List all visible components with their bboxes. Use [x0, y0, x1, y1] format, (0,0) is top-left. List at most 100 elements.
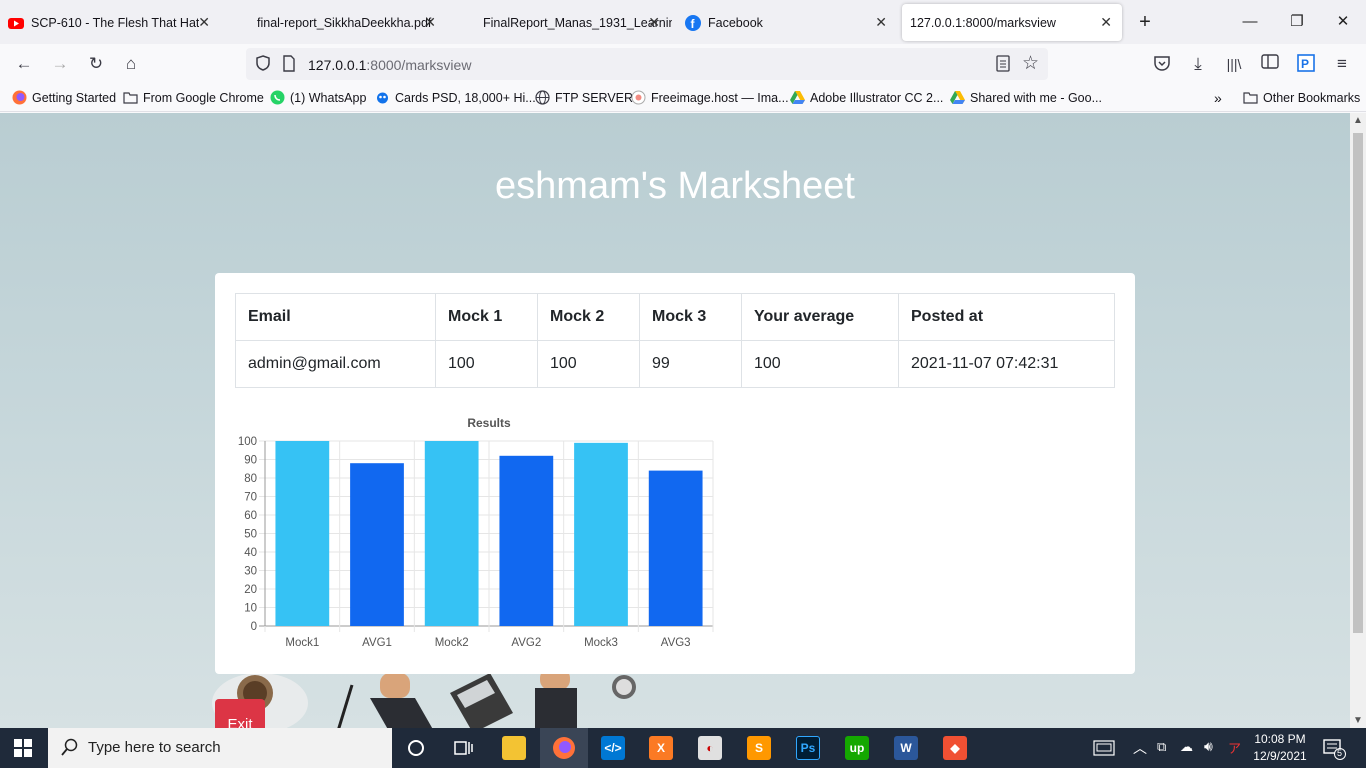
google-drive-icon	[950, 90, 965, 105]
keyboard-icon[interactable]	[1093, 740, 1115, 761]
word-icon[interactable]: W	[882, 728, 930, 768]
table-cell-email: admin@gmail.com	[235, 340, 436, 388]
download-icon[interactable]: ⤓	[1187, 54, 1209, 74]
hand-illustration	[360, 673, 440, 728]
pen-illustration	[332, 683, 362, 728]
network-icon[interactable]: ☁	[1180, 739, 1193, 755]
shield-icon[interactable]	[254, 54, 272, 77]
table-cell-average: 100	[741, 340, 899, 388]
tab-pdf[interactable]: final-report_SikkhaDeekkha.pdf ✕	[226, 4, 446, 41]
forward-icon[interactable]: →	[49, 54, 71, 74]
meet-now-icon[interactable]: ⧉	[1157, 739, 1166, 755]
windows-start-icon[interactable]	[14, 739, 32, 762]
bookmark-cards-psd[interactable]: Cards PSD, 18,000+ Hi...	[375, 90, 536, 105]
globe-icon	[535, 90, 550, 105]
paint-icon[interactable]: ◐	[686, 728, 734, 768]
y-tick-label: 10	[244, 603, 257, 615]
bookmark-whatsapp[interactable]: (1) WhatsApp	[270, 90, 366, 105]
y-tick-label: 60	[244, 510, 257, 522]
chart-bar	[499, 455, 554, 626]
bookmark-other-bookmarks[interactable]: Other Bookmarks	[1243, 90, 1360, 105]
close-icon[interactable]: ✕	[648, 14, 660, 31]
new-tab-icon[interactable]: +	[1130, 8, 1160, 36]
xampp-icon[interactable]: X	[637, 728, 685, 768]
reload-icon[interactable]: ↻	[85, 54, 107, 74]
file-explorer-icon[interactable]	[490, 728, 538, 768]
tab-title: Facebook	[708, 15, 763, 30]
tab-facebook[interactable]: f Facebook ✕	[677, 4, 897, 41]
scroll-up-icon[interactable]: ▲	[1353, 115, 1363, 126]
extension-icon[interactable]: P	[1295, 54, 1317, 74]
y-tick-label: 30	[244, 566, 257, 578]
pocket-icon[interactable]	[1151, 54, 1173, 74]
exit-button[interactable]: Exit	[215, 699, 265, 728]
page-title: eshmam's Marksheet	[495, 165, 855, 207]
folder-icon	[1243, 90, 1258, 105]
column-header: Email	[235, 293, 436, 341]
bookmark-shared-with-me[interactable]: Shared with me - Goo...	[950, 90, 1102, 105]
scroll-down-icon[interactable]: ▼	[1353, 715, 1363, 726]
firefox-taskbar-icon[interactable]	[540, 728, 588, 768]
cortana-icon[interactable]	[392, 728, 440, 768]
chart-title: Results	[467, 416, 511, 430]
bookmarks-toolbar: Getting Started From Google Chrome (1) W…	[0, 84, 1366, 112]
whatsapp-icon	[270, 90, 285, 105]
tab-marksview[interactable]: 127.0.0.1:8000/marksview ✕	[902, 4, 1122, 41]
tab-title: SCP-610 - The Flesh That Hates	[31, 15, 199, 30]
y-tick-label: 0	[251, 621, 257, 633]
chevron-up-icon[interactable]: ︿	[1133, 738, 1147, 758]
close-icon[interactable]: ✕	[875, 14, 887, 31]
freepik-icon	[375, 90, 390, 105]
bookmark-adobe-illustrator[interactable]: Adobe Illustrator CC 2...	[790, 90, 943, 105]
google-drive-icon	[790, 90, 805, 105]
notification-count: 5	[1337, 748, 1343, 758]
vscode-icon[interactable]: </>	[589, 728, 637, 768]
bookmark-star-icon[interactable]: ☆	[1022, 52, 1039, 75]
table-row: admin@gmail.com 100 100 99 100 2021-11-0…	[235, 340, 1115, 388]
column-header: Mock 3	[639, 293, 742, 341]
back-icon[interactable]: ←	[13, 54, 35, 74]
sublime-text-icon[interactable]: S	[735, 728, 783, 768]
bookmark-label: Shared with me - Goo...	[970, 90, 1103, 105]
page-info-icon[interactable]	[282, 55, 296, 78]
git-icon[interactable]: ◆	[931, 728, 979, 768]
upwork-icon[interactable]: up	[833, 728, 881, 768]
restore-icon[interactable]: ❐	[1282, 8, 1312, 36]
tab-youtube[interactable]: SCP-610 - The Flesh That Hates ✕	[0, 4, 220, 41]
table-header-row: Email Mock 1 Mock 2 Mock 3 Your average …	[235, 293, 1115, 341]
close-icon[interactable]: ✕	[198, 14, 210, 31]
close-window-icon[interactable]: ✕	[1328, 8, 1358, 36]
bookmark-getting-started[interactable]: Getting Started	[12, 90, 116, 105]
x-tick-label: AVG2	[511, 637, 541, 649]
scroll-thumb[interactable]	[1353, 133, 1363, 633]
address-bar[interactable]: 127.0.0.1:8000/marksview ☆	[246, 48, 1048, 80]
photoshop-icon[interactable]: Ps	[784, 728, 832, 768]
bookmark-from-google-chrome[interactable]: From Google Chrome	[123, 90, 264, 105]
language-icon[interactable]: ア	[1228, 738, 1241, 757]
sidebar-icon[interactable]	[1259, 54, 1281, 74]
notification-icon[interactable]: 5	[1322, 738, 1346, 765]
vertical-scrollbar[interactable]: ▲ ▼	[1350, 113, 1366, 728]
home-icon[interactable]: ⌂	[120, 54, 142, 74]
task-view-icon[interactable]	[440, 728, 488, 768]
close-icon[interactable]: ✕	[1100, 14, 1112, 31]
bookmark-freeimage[interactable]: Freeimage.host — Ima...	[631, 90, 789, 105]
volume-icon[interactable]: 🔊︎	[1204, 738, 1213, 755]
windows-taskbar: Type here to search </> X ◐ S Ps up W ◆ …	[0, 728, 1366, 768]
taskbar-search[interactable]: Type here to search	[48, 728, 392, 768]
watch-illustration	[610, 673, 638, 701]
chart-bar	[648, 470, 703, 626]
chart-bar	[275, 441, 330, 626]
page-content: eshmam's Marksheet Email Mock 1 Mock 2 M…	[0, 113, 1350, 728]
bookmarks-overflow-icon[interactable]: »	[1214, 90, 1222, 106]
tab-finalreport[interactable]: FinalReport_Manas_1931_Learning_ ✕	[452, 4, 672, 41]
close-icon[interactable]: ✕	[424, 14, 436, 31]
clock[interactable]: 10:08 PM 12/9/2021	[1248, 731, 1312, 765]
minimize-icon[interactable]: —	[1235, 8, 1265, 36]
url-text[interactable]: 127.0.0.1:8000/marksview	[308, 57, 471, 73]
marksheet-card: Email Mock 1 Mock 2 Mock 3 Your average …	[215, 273, 1135, 674]
menu-icon[interactable]: ≡	[1331, 54, 1353, 74]
reader-view-icon[interactable]	[996, 55, 1010, 78]
bookmark-ftp-server[interactable]: FTP SERVER!	[535, 90, 637, 105]
library-icon[interactable]: |||\	[1223, 54, 1245, 74]
